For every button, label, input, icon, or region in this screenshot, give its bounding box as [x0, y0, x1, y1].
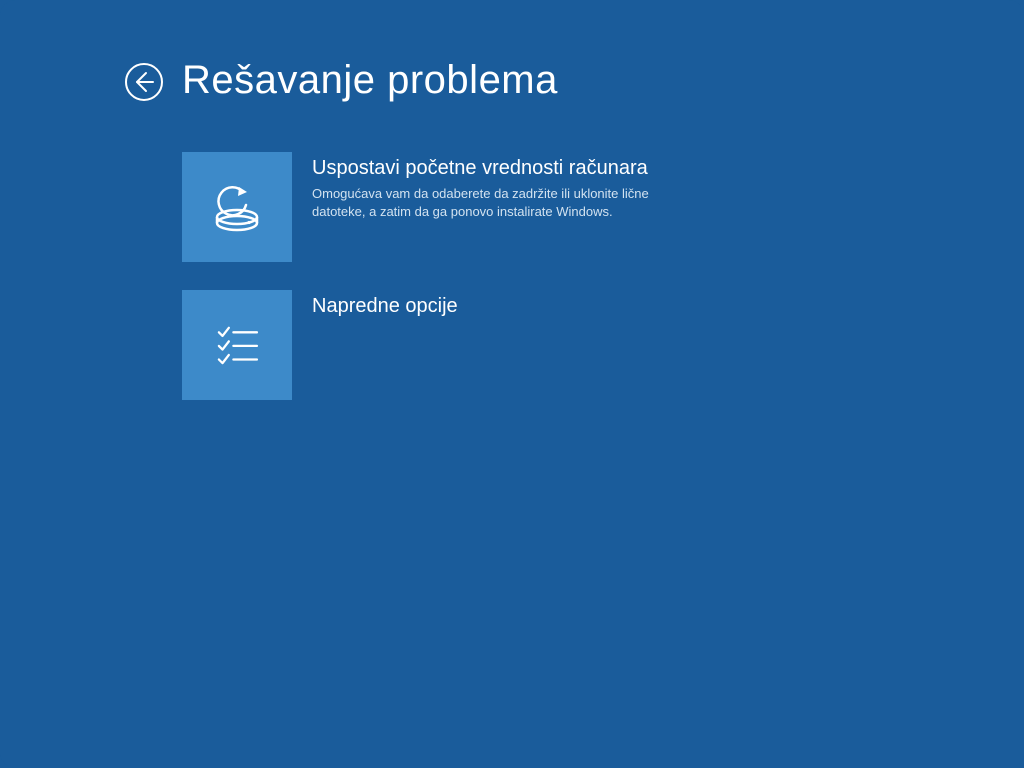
reset-pc-icon [205, 175, 269, 239]
options-list: Uspostavi početne vrednosti računara Omo… [182, 152, 1024, 400]
option-tile [182, 290, 292, 400]
option-text: Uspostavi početne vrednosti računara Omo… [312, 152, 652, 220]
option-advanced[interactable]: Napredne opcije [182, 290, 702, 400]
option-text: Napredne opcije [312, 290, 458, 323]
back-arrow-icon [124, 62, 164, 102]
back-button[interactable] [124, 62, 164, 102]
option-reset-pc[interactable]: Uspostavi početne vrednosti računara Omo… [182, 152, 702, 262]
option-title: Napredne opcije [312, 294, 458, 319]
page-title: Rešavanje problema [182, 56, 558, 104]
recovery-troubleshoot-screen: Rešavanje problema Uspostavi početne vre… [0, 0, 1024, 768]
advanced-options-icon [208, 316, 266, 374]
option-title: Uspostavi početne vrednosti računara [312, 156, 652, 181]
option-description: Omogućava vam da odaberete da zadržite i… [312, 185, 652, 220]
option-tile [182, 152, 292, 262]
